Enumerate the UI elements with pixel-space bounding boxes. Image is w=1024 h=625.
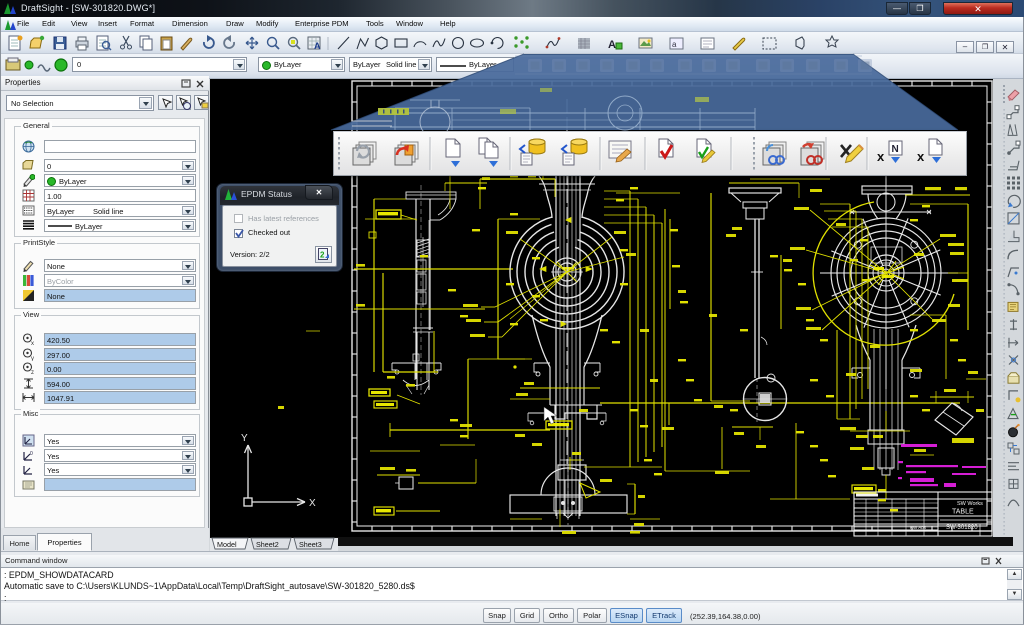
svg-text:Y: Y <box>241 433 248 444</box>
svg-text:Model: Model <box>217 540 237 549</box>
svg-text:a: a <box>672 40 677 49</box>
svg-text:N: N <box>892 144 899 155</box>
svg-text:KW Abs: KW Abs <box>910 525 927 530</box>
svg-text:X: X <box>309 498 316 509</box>
svg-text:A: A <box>314 41 321 51</box>
svg-text:x: x <box>877 149 885 164</box>
svg-text:TABLE: TABLE <box>952 509 974 516</box>
svg-text:Sheet3: Sheet3 <box>299 540 322 549</box>
svg-text:z: z <box>31 370 34 375</box>
svg-text:y: y <box>31 356 34 361</box>
svg-text:SW-301820: SW-301820 <box>946 525 978 531</box>
svg-text:Sheet2: Sheet2 <box>256 540 279 549</box>
svg-text:x: x <box>917 149 925 164</box>
svg-text:SW Works: SW Works <box>957 501 983 507</box>
svg-text:2: 2 <box>320 251 325 260</box>
svg-text:x: x <box>31 341 34 346</box>
svg-text:0: 0 <box>30 451 33 457</box>
svg-text:A: A <box>608 39 616 51</box>
